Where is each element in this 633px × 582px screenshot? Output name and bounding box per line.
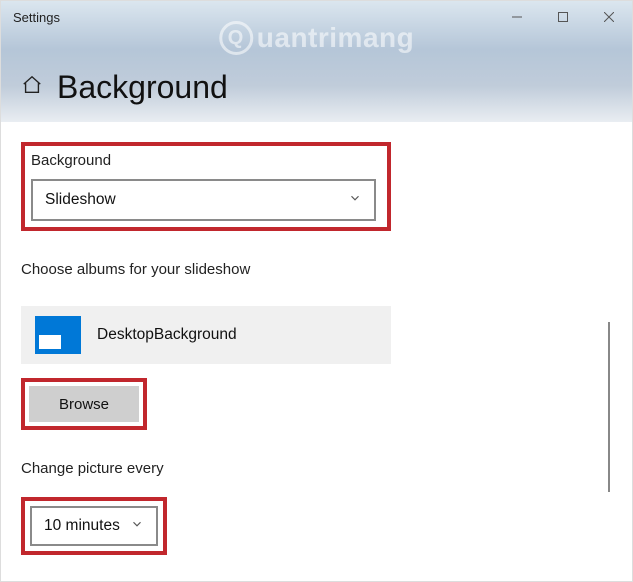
close-button[interactable] [586,1,632,33]
browse-button[interactable]: Browse [29,386,139,422]
chevron-down-icon [130,517,144,536]
highlight-browse: Browse [21,378,147,430]
chevron-down-icon [348,191,362,210]
content-area: Background Slideshow Choose albums for y… [1,122,632,555]
folder-icon [35,316,81,354]
minimize-button[interactable] [494,1,540,33]
highlight-background-section: Background Slideshow [21,142,391,231]
background-dropdown-value: Slideshow [45,191,116,209]
browse-button-label: Browse [59,396,109,413]
titlebar: Settings [1,1,632,33]
page-header: Background [21,69,228,106]
scrollbar[interactable] [608,322,610,492]
album-name: DesktopBackground [97,326,237,344]
home-icon[interactable] [21,74,43,101]
album-item[interactable]: DesktopBackground [21,306,391,364]
header-area: Settings Q uantrimang Background [1,1,632,122]
interval-dropdown-value: 10 minutes [44,517,120,535]
window-controls [494,1,632,33]
change-picture-label: Change picture every [21,460,612,477]
highlight-interval: 10 minutes [21,497,167,555]
albums-label: Choose albums for your slideshow [21,261,612,278]
background-label: Background [31,152,381,169]
page-title: Background [57,69,228,106]
window-title: Settings [13,10,60,25]
background-dropdown[interactable]: Slideshow [31,179,376,221]
interval-dropdown[interactable]: 10 minutes [30,506,158,546]
maximize-button[interactable] [540,1,586,33]
